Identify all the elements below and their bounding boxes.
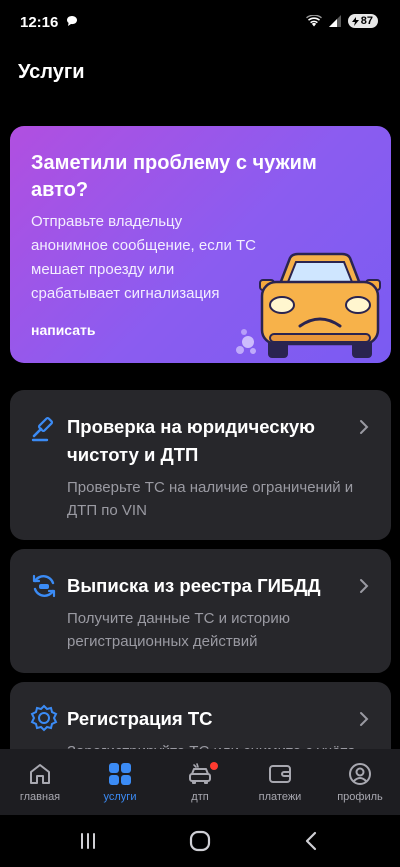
nav-label: платежи	[258, 791, 302, 803]
battery-level: 87	[360, 15, 373, 27]
nav-item-services[interactable]: услуги	[80, 749, 160, 815]
nav-label: услуги	[103, 791, 137, 803]
chat-notification-icon	[67, 16, 77, 26]
status-indicators: 87	[305, 14, 378, 28]
nav-label: главная	[19, 791, 61, 803]
status-bar: 12:16 87	[0, 0, 400, 44]
nav-label: профиль	[337, 791, 383, 803]
home-icon	[30, 764, 50, 784]
home-button-icon[interactable]	[186, 827, 214, 855]
service-title: Регистрация ТС	[67, 708, 213, 729]
nav-item-profile[interactable]: профиль	[320, 749, 400, 815]
gavel-icon	[31, 416, 54, 442]
battery-indicator: 87	[347, 14, 378, 28]
promo-banner[interactable]: Заметили проблему с чужим авто? Отправьт…	[10, 126, 391, 363]
chevron-right-icon	[360, 420, 369, 434]
registration-badge-icon	[30, 704, 58, 732]
wallet-icon	[269, 765, 291, 783]
chevron-right-icon	[360, 712, 369, 726]
back-icon[interactable]	[298, 827, 326, 855]
sad-car-illustration	[236, 252, 381, 358]
car-accident-icon	[189, 763, 211, 784]
promo-title: Заметили проблему с чужим авто?	[31, 152, 317, 201]
charging-icon	[351, 16, 359, 26]
service-card-legal-check[interactable]: Проверка на юридическую чистоту и ДТП Пр…	[10, 390, 391, 540]
nav-item-accident[interactable]: дтп	[160, 749, 240, 815]
write-message-link[interactable]: написать	[31, 322, 96, 338]
recent-apps-icon[interactable]	[74, 827, 102, 855]
profile-icon	[349, 763, 371, 785]
nav-item-home[interactable]: главная	[0, 749, 80, 815]
status-time: 12:16	[20, 14, 59, 31]
nav-label: дтп	[191, 791, 209, 803]
registry-refresh-icon	[32, 574, 56, 598]
service-title: Выписка из реестра ГИБДД	[67, 575, 321, 596]
chevron-right-icon	[360, 579, 369, 593]
bottom-navigation: главная услуги дтп платежи профиль	[0, 749, 400, 815]
service-subtitle: Проверьте ТС на наличие ограничений и ДТ…	[67, 479, 354, 519]
service-card-registry-extract[interactable]: Выписка из реестра ГИБДД Получите данные…	[10, 549, 391, 673]
wifi-icon	[305, 15, 322, 27]
signal-icon	[328, 15, 341, 27]
page-title: Услуги	[18, 61, 85, 83]
promo-text: Отправьте владельцу анонимное сообщение,…	[31, 213, 257, 302]
nav-item-payments[interactable]: платежи	[240, 749, 320, 815]
notification-badge	[210, 762, 218, 770]
grid-icon	[109, 763, 131, 785]
service-title: Проверка на юридическую чистоту и ДТП	[67, 416, 315, 465]
system-navigation-bar	[0, 815, 400, 867]
service-subtitle: Получите данные ТС и историю регистрацио…	[67, 610, 291, 650]
